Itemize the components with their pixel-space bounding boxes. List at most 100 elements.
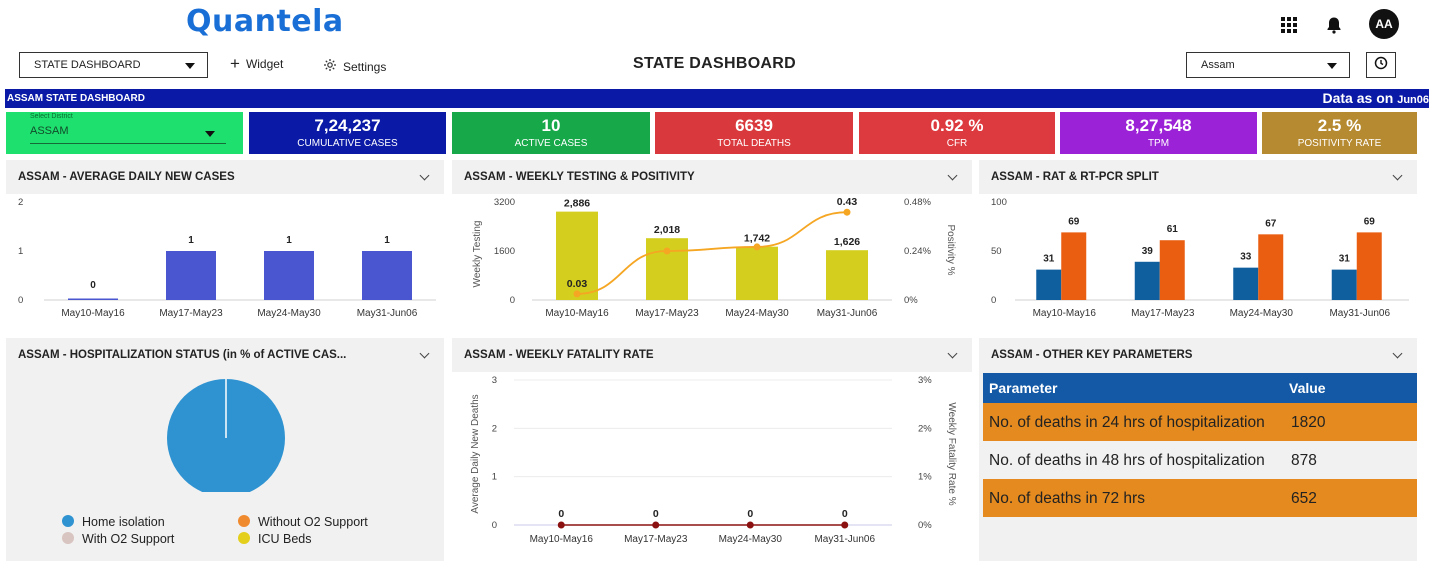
state-select-value: Assam (1201, 59, 1235, 71)
value-cell: 1820 (1283, 411, 1325, 435)
y-axis-label: Weekly Testing (472, 221, 483, 288)
chevron-down-icon (205, 131, 215, 137)
y-tick-label: 2 (492, 423, 497, 434)
data-label: 1 (286, 235, 292, 246)
kpi-value: 10 (452, 116, 650, 136)
fatality-point (652, 522, 659, 529)
district-select-value: ASSAM (30, 125, 69, 137)
bar (1061, 232, 1086, 300)
y-tick-label: 3 (492, 375, 497, 386)
data-label: 1 (188, 235, 194, 246)
fatality-point (558, 522, 565, 529)
fatality-point (747, 522, 754, 529)
panel-title: ASSAM - AVERAGE DAILY NEW CASES (18, 171, 235, 183)
data-label: 31 (1339, 254, 1351, 265)
y-tick-label: 1% (918, 472, 932, 483)
legend-swatch (238, 532, 250, 544)
y-tick-label: 3% (918, 375, 932, 386)
chevron-down-icon[interactable] (420, 171, 430, 181)
bell-icon[interactable] (1323, 14, 1345, 36)
panel-title: ASSAM - RAT & RT-PCR SPLIT (991, 171, 1159, 183)
data-label: 0 (747, 508, 753, 520)
kpi-tile[interactable]: 2.5 % POSITIVITY RATE (1262, 112, 1417, 154)
daily-new-cases-chart: 0120May10-May161May17-May231May24-May301… (6, 194, 444, 334)
hospitalization-pie-chart: 100 (6, 372, 444, 492)
legend-item[interactable]: With O2 Support (62, 532, 174, 546)
data-label: 0 (558, 508, 564, 520)
district-select[interactable]: Select District ASSAM (6, 112, 243, 154)
y-tick-label: 50 (991, 246, 1002, 257)
avatar[interactable]: AA (1369, 9, 1399, 39)
bar (736, 247, 778, 300)
kpi-caption: POSITIVITY RATE (1262, 138, 1417, 149)
chevron-down-icon[interactable] (948, 349, 958, 359)
legend-item[interactable]: Without O2 Support (238, 515, 368, 529)
table-row: No. of deaths in 48 hrs of hospitalizati… (983, 441, 1417, 479)
state-select[interactable]: Assam (1186, 52, 1350, 78)
legend-swatch (62, 515, 74, 527)
y-tick-label: 0% (904, 295, 918, 306)
apps-grid-icon[interactable] (1278, 14, 1300, 36)
data-label: 31 (1043, 254, 1055, 265)
y-tick-label: 0 (991, 295, 996, 306)
value-cell: 652 (1283, 487, 1317, 511)
kpi-tile[interactable]: 8,27,548TPM (1060, 112, 1257, 154)
positivity-line (577, 212, 847, 294)
kpi-tile[interactable]: 0.92 %CFR (859, 112, 1055, 154)
panel-title: ASSAM - WEEKLY FATALITY RATE (464, 349, 654, 361)
data-label: 0 (842, 508, 848, 520)
panel-title: ASSAM - OTHER KEY PARAMETERS (991, 349, 1192, 361)
panel-title: ASSAM - HOSPITALIZATION STATUS (in % of … (18, 349, 346, 361)
kpi-caption: TOTAL DEATHS (655, 138, 853, 149)
legend-label: Home isolation (82, 515, 165, 529)
app-logo[interactable]: Quantela (186, 4, 344, 39)
column-header: Value (1283, 380, 1326, 396)
positivity-point (664, 248, 671, 255)
x-tick-label: May24-May30 (719, 534, 783, 545)
kpi-tile[interactable]: 6639TOTAL DEATHS (655, 112, 853, 154)
x-tick-label: May10-May16 (61, 308, 125, 319)
data-label: 61 (1167, 224, 1179, 235)
y-tick-label: 0.24% (904, 246, 931, 257)
chevron-down-icon[interactable] (1393, 349, 1403, 359)
bar (1160, 240, 1185, 300)
data-label: 0 (90, 280, 96, 291)
weekly-testing-chart: 0160032000%0.24%0.48%Weekly TestingPosit… (452, 194, 972, 334)
x-tick-label: May17-May23 (1131, 308, 1195, 319)
bar-data-label: 2,886 (564, 198, 590, 210)
bar (264, 251, 314, 300)
parameter-cell: No. of deaths in 72 hrs (983, 487, 1283, 511)
parameter-cell: No. of deaths in 24 hrs of hospitalizati… (983, 411, 1283, 435)
legend-label: ICU Beds (258, 532, 312, 546)
bar (646, 238, 688, 300)
kpi-tile[interactable]: 7,24,237CUMULATIVE CASES (249, 112, 446, 154)
panel-fatality-rate: ASSAM - WEEKLY FATALITY RATE 01230%1%2%3… (452, 338, 972, 561)
x-tick-label: May31-Jun06 (814, 534, 875, 545)
positivity-point (754, 243, 761, 250)
panel-hospitalization: ASSAM - HOSPITALIZATION STATUS (in % of … (6, 338, 444, 561)
legend-item[interactable]: Home isolation (62, 515, 165, 529)
bar (1036, 270, 1061, 300)
fatality-point (841, 522, 848, 529)
data-label: 33 (1240, 252, 1252, 263)
chevron-down-icon[interactable] (1393, 171, 1403, 181)
history-button[interactable] (1366, 52, 1396, 78)
bar (1332, 270, 1357, 300)
line-data-label: 0.03 (567, 278, 588, 290)
x-tick-label: May24-May30 (1230, 308, 1294, 319)
kpi-caption: CUMULATIVE CASES (249, 138, 446, 149)
x-tick-label: May31-Jun06 (1329, 308, 1390, 319)
chevron-down-icon[interactable] (420, 349, 430, 359)
positivity-point (574, 290, 581, 297)
bar-data-label: 1,626 (834, 236, 860, 248)
legend-item[interactable]: ICU Beds (238, 532, 312, 546)
y-tick-label: 0% (918, 520, 932, 531)
data-date: Data as on Jun06 (1323, 90, 1429, 106)
chevron-down-icon[interactable] (948, 171, 958, 181)
kpi-tile[interactable]: 10 ACTIVE CASES (452, 112, 650, 154)
kpi-caption: ACTIVE CASES (452, 138, 650, 149)
legend-swatch (238, 515, 250, 527)
bar (166, 251, 216, 300)
y-tick-label: 0 (510, 295, 515, 306)
kpi-value: 2.5 % (1262, 116, 1417, 136)
